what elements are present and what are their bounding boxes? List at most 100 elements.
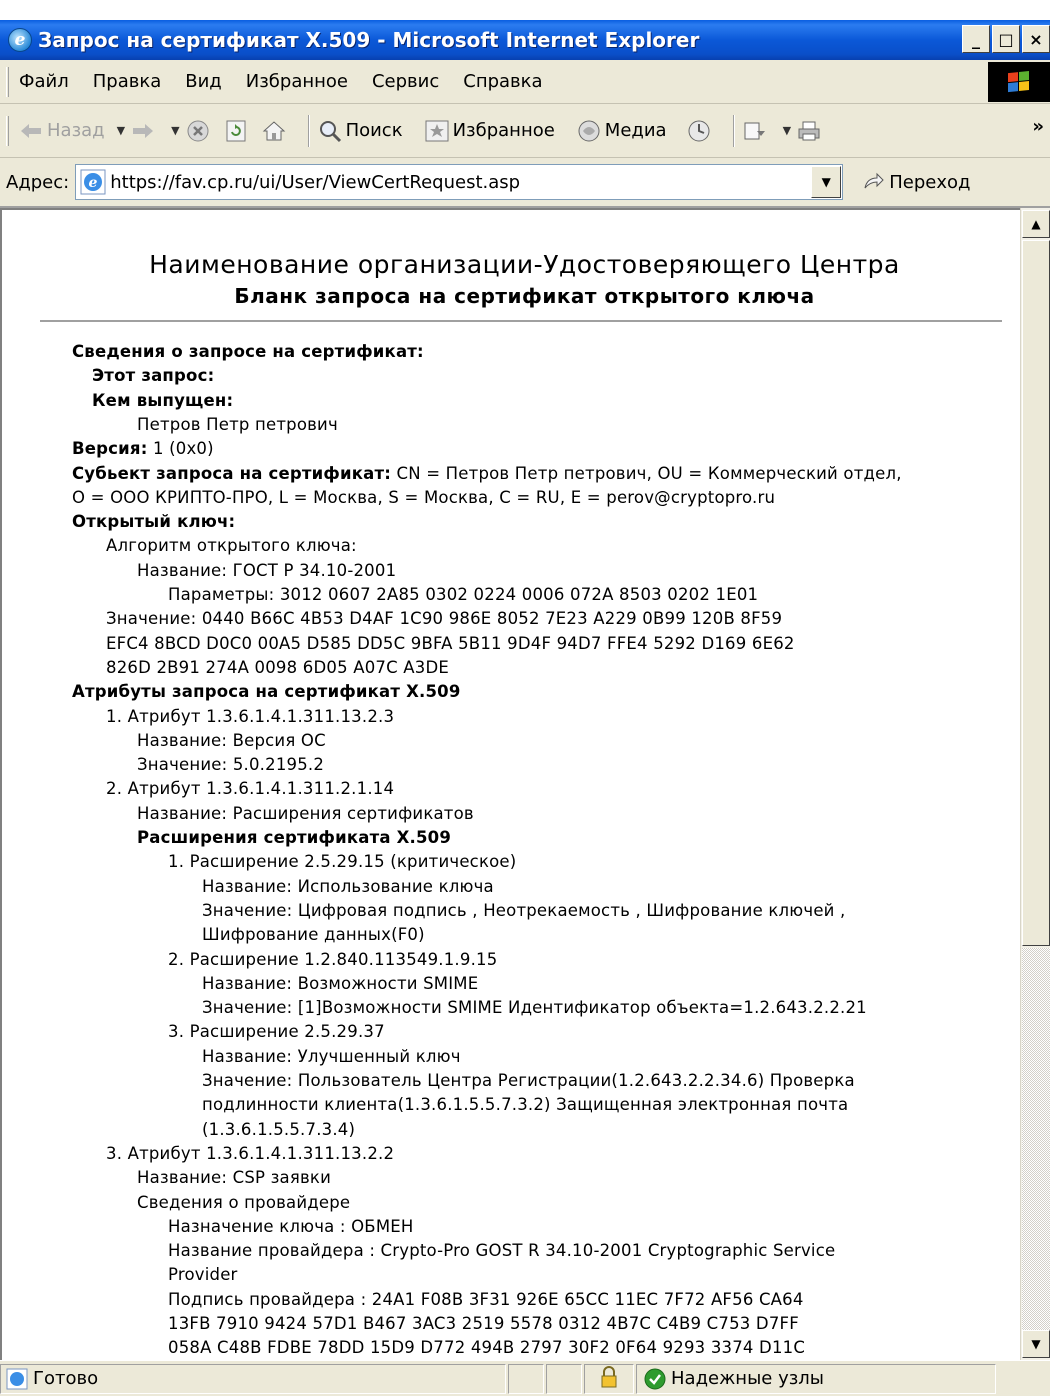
stop-button[interactable] xyxy=(186,119,214,143)
media-label: Медиа xyxy=(604,120,667,141)
detail-line-text: (1.3.6.1.5.5.7.3.4) xyxy=(202,1120,356,1139)
detail-line: Название: CSP заявки xyxy=(137,1166,331,1190)
toolbar-separator xyxy=(307,114,310,147)
print-button[interactable] xyxy=(797,119,825,143)
refresh-icon xyxy=(224,119,248,143)
detail-line-text: 826D 2B91 274A 0098 6D05 A07C A3DE xyxy=(106,658,449,677)
home-button[interactable] xyxy=(262,119,290,143)
detail-line: Параметры: 3012 0607 2A85 0302 0224 0006… xyxy=(168,583,758,607)
detail-line: Атрибуты запроса на сертификат X.509 xyxy=(72,680,461,704)
back-label: Назад xyxy=(47,120,105,141)
detail-line-label: Сведения о запросе на сертификат: xyxy=(72,342,424,361)
back-button[interactable]: Назад xyxy=(19,119,105,143)
detail-line-text: Петров Петр петрович xyxy=(137,415,338,434)
detail-line-text: 3. Расширение 2.5.29.37 xyxy=(168,1022,385,1041)
standard-toolbar: Назад ▼ ▼ Поиск Избранное Медиа ▼ » xyxy=(0,104,1050,158)
scroll-thumb[interactable] xyxy=(1022,240,1050,946)
minimize-button[interactable]: _ xyxy=(962,25,990,53)
detail-line-label: Атрибуты запроса на сертификат X.509 xyxy=(72,682,461,701)
detail-line: Подпись провайдера : 24A1 F08B 3F31 926E… xyxy=(168,1288,804,1312)
detail-line-text: CN = Петров Петр петрович, OU = Коммерче… xyxy=(391,464,902,483)
back-arrow-icon xyxy=(19,119,43,143)
go-button[interactable]: Переход xyxy=(861,170,970,194)
history-icon xyxy=(687,119,711,143)
detail-line: O = ООО КРИПТО-ПРО, L = Москва, S = Моск… xyxy=(72,486,775,510)
home-icon xyxy=(262,119,286,143)
menu-view[interactable]: Вид xyxy=(185,71,222,92)
page-subtitle: Бланк запроса на сертификат открытого кл… xyxy=(234,284,815,308)
detail-line-label: Кем выпущен: xyxy=(92,391,234,410)
detail-line-text: Название: Возможности SMIME xyxy=(202,974,479,993)
detail-line: Название: Использование ключа xyxy=(202,875,494,899)
address-input[interactable] xyxy=(110,171,811,193)
detail-line: 1. Атрибут 1.3.6.1.4.1.311.13.2.3 xyxy=(106,705,394,729)
mail-button[interactable] xyxy=(743,119,771,143)
toolbar-separator-2 xyxy=(732,114,735,147)
forward-arrow-icon xyxy=(131,119,155,143)
forward-dropdown-icon[interactable]: ▼ xyxy=(171,124,179,137)
detail-line-text: Значение: 0440 B66C 4B53 D4AF 1C90 986E … xyxy=(106,609,783,628)
status-bar: Готово Надежные узлы xyxy=(0,1360,1050,1396)
address-field[interactable]: e ▼ xyxy=(75,164,844,200)
detail-line: Значение: 0440 B66C 4B53 D4AF 1C90 986E … xyxy=(106,607,782,631)
toolbar-overflow-chevron[interactable]: » xyxy=(1032,116,1044,137)
detail-line: 13FB 7910 9424 57D1 B467 3AC3 2519 5578 … xyxy=(168,1312,799,1336)
detail-line-text: 3. Атрибут 1.3.6.1.4.1.311.13.2.2 xyxy=(106,1144,395,1163)
detail-line-text: 1. Атрибут 1.3.6.1.4.1.311.13.2.3 xyxy=(106,707,395,726)
detail-line-text: Название: Улучшенный ключ xyxy=(202,1047,461,1066)
detail-line-label: Версия: xyxy=(72,439,148,458)
detail-line: Название: Расширения сертификатов xyxy=(137,802,474,826)
detail-line-text: Значение: 5.0.2195.2 xyxy=(137,755,325,774)
history-button[interactable] xyxy=(687,119,715,143)
address-label: Адрес: xyxy=(6,171,70,193)
maximize-button[interactable]: □ xyxy=(992,25,1020,53)
favorites-button[interactable]: Избранное xyxy=(425,119,555,143)
close-button[interactable]: × xyxy=(1022,25,1050,53)
menu-help[interactable]: Справка xyxy=(463,71,542,92)
detail-line: 058A C48B FDBE 78DD 15D9 D772 494B 2797 … xyxy=(168,1336,805,1358)
detail-line: 826D 2B91 274A 0098 6D05 A07C A3DE xyxy=(106,656,449,680)
detail-line: EFC4 8BCD D0C0 00A5 D585 DD5C 9BFA 5B11 … xyxy=(106,632,795,656)
menu-file[interactable]: Файл xyxy=(19,71,69,92)
mail-dropdown-icon[interactable]: ▼ xyxy=(783,124,791,137)
printer-icon xyxy=(797,119,821,143)
detail-line: Значение: [1]Возможности SMIME Идентифик… xyxy=(202,996,867,1020)
menu-edit[interactable]: Правка xyxy=(93,71,162,92)
favorites-label: Избранное xyxy=(452,120,555,141)
search-button[interactable]: Поиск xyxy=(318,119,403,143)
refresh-button[interactable] xyxy=(224,119,252,143)
status-cell-1 xyxy=(508,1363,544,1394)
detail-line-text: Значение: [1]Возможности SMIME Идентифик… xyxy=(202,998,867,1017)
ie-logo-icon: e xyxy=(8,28,32,52)
media-button[interactable]: Медиа xyxy=(577,119,667,143)
scroll-track[interactable] xyxy=(1022,948,1050,1330)
back-dropdown-icon[interactable]: ▼ xyxy=(117,124,125,137)
detail-line-text: Название: CSP заявки xyxy=(137,1168,332,1187)
address-dropdown-icon[interactable]: ▼ xyxy=(811,166,842,198)
scroll-down-button[interactable]: ▼ xyxy=(1022,1330,1050,1358)
menu-tools[interactable]: Сервис xyxy=(372,71,439,92)
window-controls: _ □ × xyxy=(962,25,1050,53)
detail-line-text: 2. Атрибут 1.3.6.1.4.1.311.2.1.14 xyxy=(106,779,395,798)
forward-button[interactable] xyxy=(131,119,159,143)
go-label: Переход xyxy=(889,171,971,193)
lock-icon[interactable] xyxy=(600,1365,618,1392)
detail-line: Версия: 1 (0x0) xyxy=(72,437,214,461)
search-label: Поиск xyxy=(345,120,403,141)
detail-line-text: Шифрование данных(F0) xyxy=(202,925,425,944)
detail-line: Петров Петр петрович xyxy=(137,413,338,437)
vertical-scrollbar[interactable]: ▲ ▼ xyxy=(1020,208,1050,1360)
menu-favorites[interactable]: Избранное xyxy=(246,71,348,92)
detail-line-text: Сведения о провайдере xyxy=(137,1193,351,1212)
detail-line: Значение: 5.0.2195.2 xyxy=(137,753,324,777)
detail-line-text: Provider xyxy=(168,1265,238,1284)
toolbar-grip[interactable] xyxy=(6,66,9,97)
browser-content: Наименование организации-Удостоверяющего… xyxy=(0,208,1050,1360)
detail-line-text: Значение: Цифровая подпись , Неотрекаемо… xyxy=(202,901,846,920)
detail-line: Назначение ключа : ОБМЕН xyxy=(168,1215,413,1239)
scroll-up-button[interactable]: ▲ xyxy=(1022,210,1050,238)
toolbar-grip-2[interactable] xyxy=(6,115,9,146)
detail-line-text: Название: Использование ключа xyxy=(202,877,494,896)
detail-line: Сведения о запросе на сертификат: xyxy=(72,340,424,364)
horizontal-rule xyxy=(40,320,1002,322)
